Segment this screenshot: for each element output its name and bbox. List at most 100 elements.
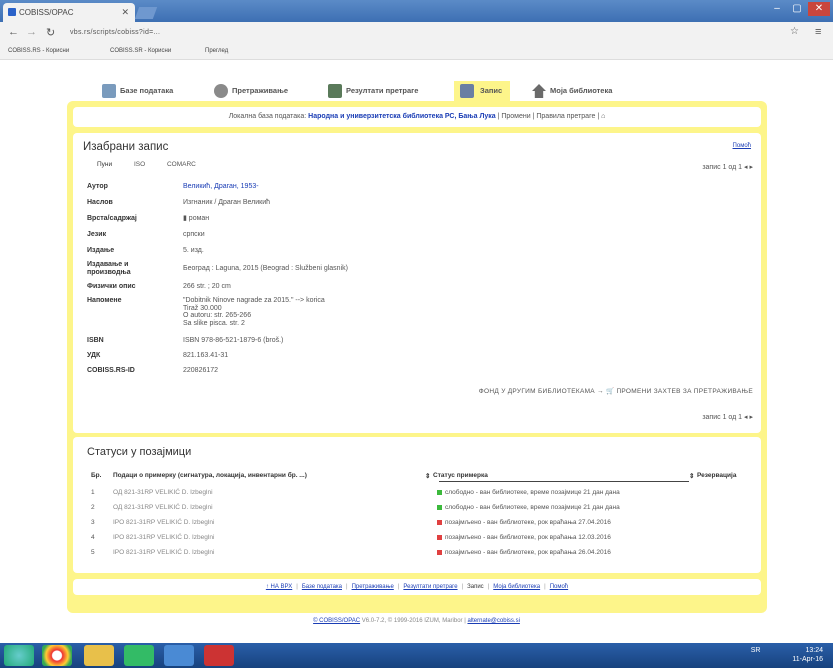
tab-full[interactable]: Пуни [97,161,112,168]
help-link[interactable]: Помоћ [733,143,751,149]
table-row: 1 ОД 821-31RP VELIKIĆ D. Izbeglni слободно… [87,489,753,500]
field-label: Наслов [87,199,113,206]
field-value: 220826172 [183,367,219,374]
field-label: Језик [87,231,107,238]
forward-icon[interactable]: → [26,26,37,38]
footer-link[interactable]: ↑ НА ВРХ [266,584,292,590]
footer-link[interactable]: Базе података [302,584,342,590]
language-indicator[interactable]: SR [751,647,761,654]
time: 13:24 [805,647,823,654]
status-label: позајмљено - ван библиотеке, рок враћања… [445,549,611,556]
address-bar[interactable]: vbs.rs/scripts/cobiss?id=... [70,29,160,36]
divider [439,481,689,482]
info-links[interactable]: | Промени | Правила претраге | ⌂ [496,113,606,120]
copy-info: ОД 821-31RP VELIKIĆ D. Izbeglni [113,489,213,496]
copy-info: IPO 821-31RP VELIKIĆ D. Izbeglni [113,534,215,541]
copy-info: ОД 821-31RP VELIKIĆ D. Izbeglni [113,504,213,511]
close-tab-icon[interactable]: ✕ [121,7,129,18]
record-panel: Изабрани запис Помоћ Пуни ISO COMARC зап… [73,133,761,433]
star-icon[interactable]: ☆ [790,26,799,37]
field-value: 266 str. ; 20 cm [183,283,231,290]
table-row: 3 IPO 821-31RP VELIKIĆ D. Izbeglni позајмљ… [87,519,753,530]
menu-label: Моја библиотека [550,86,613,95]
database-icon [102,84,116,98]
table-row: 5 IPO 821-31RP VELIKIĆ D. Izbeglni позајмљ… [87,549,753,560]
word-icon[interactable] [164,645,194,666]
field-label: Физички опис [87,283,136,290]
library-name[interactable]: Народна и универзитетска библиотека РС, … [308,113,496,120]
field-label: УДК [87,352,101,359]
format-tabs: Пуни ISO COMARC [97,161,216,168]
explorer-icon[interactable] [84,645,114,666]
field-value: 5. изд. [183,247,204,254]
field-label: Врста/садржај [87,215,137,222]
copy-info: IPO 821-31RP VELIKIĆ D. Izbeglni [113,549,215,556]
menu-icon[interactable]: ≡ [815,26,821,38]
chrome-icon[interactable] [42,645,72,666]
status-text: позајмљено - ван библиотеке, рок враћања… [437,519,611,526]
menu-search[interactable]: Претраживање [212,81,288,101]
col-status-label: Статус примерка [433,472,488,479]
holdings-title: Статуси у позајмици [87,446,192,458]
field-value: Београд : Laguna, 2015 (Beograd : Službe… [183,265,348,272]
cobiss-link[interactable]: © COBISS/OPAC [313,618,360,624]
footer-link[interactable]: Моја библиотека [493,584,540,590]
taskbar: SR 13:24 11-Apr-16 [0,643,833,668]
menu-results[interactable]: Резултати претраге [326,81,418,101]
pdf-icon[interactable] [204,645,234,666]
browser-tab[interactable]: COBISS/OPAC ✕ [3,3,135,22]
back-icon[interactable]: ← [8,26,19,38]
maximize-icon[interactable]: ▢ [788,2,806,16]
browser-titlebar: COBISS/OPAC ✕ – ▢ ✕ [0,0,833,22]
database-info: Локална база података: Народна и универз… [73,107,761,127]
row-number: 5 [91,549,95,556]
results-icon [328,84,342,98]
separator: | [544,584,546,590]
footer-link[interactable]: Претраживање [352,584,394,590]
system-tray[interactable]: SR 13:24 11-Apr-16 [751,646,823,664]
close-window-icon[interactable]: ✕ [808,2,830,16]
email-link[interactable]: alternate@cobiss.si [467,618,519,624]
menu-label: Запис [480,86,503,95]
copy-info: IPO 821-31RP VELIKIĆ D. Izbeglni [113,519,215,526]
bookmarks-bar: COBISS.RS - Корисни COBISS.SR - Корисни … [0,44,833,60]
record-title: Изабрани запис [83,141,169,153]
field-value: Изгнаник / Драган Великић [183,199,271,206]
bookmark-item[interactable]: COBISS.RS - Корисни [8,48,69,54]
footer-link: Запис [467,584,484,590]
minimize-icon[interactable]: – [768,2,786,16]
bookmark-item[interactable]: Преглед [205,48,228,54]
copyright-text: V6.0-7.2, © 1999-2016 IZUM, Maribor | [360,618,468,624]
reload-icon[interactable]: ↻ [46,26,55,39]
app-icon[interactable] [124,645,154,666]
copyright: © COBISS/OPAC V6.0-7.2, © 1999-2016 IZUM… [0,618,833,624]
menu-label: Базе података [120,86,174,95]
menu-record[interactable]: Запис [454,81,511,101]
clock: 13:24 11-Apr-16 [792,646,823,664]
col-reserve[interactable]: ⇕ Резервација [689,472,736,480]
status-text: позајмљено - ван библиотеке, рок враћања… [437,549,611,556]
menu-my-library[interactable]: Моја библиотека [530,81,612,101]
record-nav-bottom[interactable]: запис 1 од 1 ◂ ▸ [702,413,753,421]
menu-databases[interactable]: Базе података [100,81,173,101]
new-tab-button[interactable] [134,7,158,19]
separator: | [296,584,298,590]
separator: | [487,584,490,590]
tab-iso[interactable]: ISO [134,161,145,168]
start-button[interactable] [4,645,34,666]
status-label: слободно - ван библиотеке, време позајми… [445,489,620,496]
status-text: слободно - ван библиотеке, време позајми… [437,504,620,511]
author-link[interactable]: Великић, Драган, 1953- [183,183,259,191]
tab-comarc[interactable]: COMARC [167,161,196,168]
field-label: Издавање и производња [87,261,131,276]
footer-link[interactable]: Помоћ [550,584,568,590]
col-status[interactable]: ⇕ Статус примерка [425,472,488,480]
separator: | [461,584,464,590]
table-row: 2 ОД 821-31RP VELIKIĆ D. Izbeglni слободно… [87,504,753,515]
field-label: COBISS.RS-ID [87,367,135,374]
record-actions[interactable]: ФОНД У ДРУГИМ БИБЛИОТЕКАМА → 🛒 ПРОМЕНИ З… [479,387,753,395]
footer-link[interactable]: Резултати претраге [403,584,457,590]
bookmark-item[interactable]: COBISS.SR - Корисни [110,48,171,54]
footer-nav: ↑ НА ВРХ | Базе података | Претраживање | Резу… [73,579,761,595]
record-nav-top[interactable]: запис 1 од 1 ◂ ▸ [702,163,753,171]
